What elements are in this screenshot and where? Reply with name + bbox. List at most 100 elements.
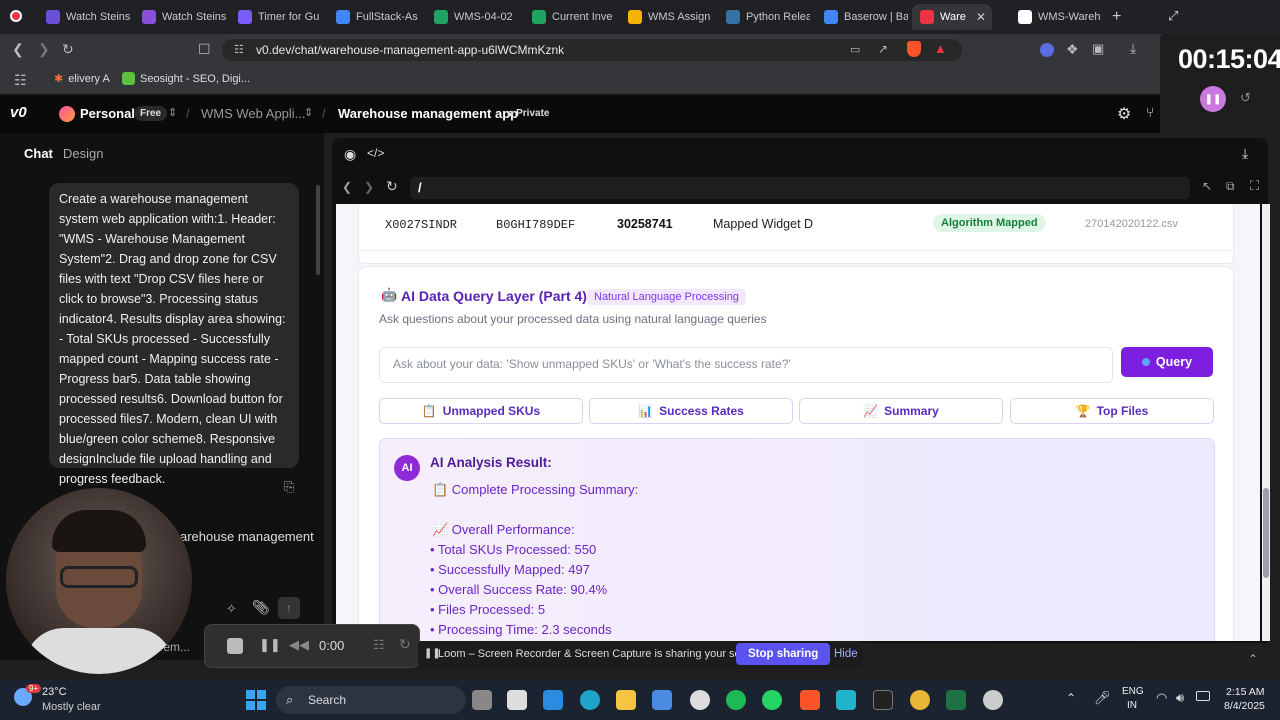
chrome-icon[interactable] bbox=[910, 690, 930, 710]
timer-reset-icon[interactable]: ↺ bbox=[1240, 90, 1251, 106]
text-app-icon[interactable] bbox=[507, 690, 527, 710]
mic-icon[interactable]: 🎤︎ bbox=[1094, 690, 1111, 706]
browser-tab[interactable]: Python Relea bbox=[718, 4, 810, 30]
brave-shield-icon[interactable] bbox=[907, 41, 921, 57]
browser-tab[interactable]: Ware ✕ bbox=[912, 4, 992, 30]
preview-scrollbar[interactable] bbox=[1262, 204, 1270, 641]
spotify-icon[interactable] bbox=[726, 690, 746, 710]
chip-success-rates[interactable]: 📊 Success Rates bbox=[589, 398, 793, 424]
bookmark-delivery[interactable]: ✱ elivery A bbox=[54, 72, 110, 86]
loom-pause-icon[interactable]: ❚❚ bbox=[259, 637, 281, 653]
tab-close-icon[interactable]: ✕ bbox=[976, 10, 986, 24]
settings-gear-icon[interactable]: ⚙ bbox=[1117, 104, 1131, 124]
tab-chat[interactable]: Chat bbox=[24, 146, 53, 161]
chevron-updown-icon[interactable]: ⇕ bbox=[168, 106, 177, 119]
workspace-name[interactable]: Personal bbox=[80, 106, 135, 121]
tab-design[interactable]: Design bbox=[63, 146, 103, 161]
store-icon[interactable] bbox=[652, 690, 672, 710]
chip-summary[interactable]: 📈 Summary bbox=[799, 398, 1003, 424]
sidebar-icon[interactable]: ▣ bbox=[1092, 41, 1104, 57]
collapse-icon[interactable]: ⌃ bbox=[1248, 652, 1258, 666]
loom-restart-icon[interactable]: ↻ bbox=[399, 636, 411, 653]
bookmark-icon[interactable]: ☐ bbox=[198, 41, 211, 58]
scroll-thumb[interactable] bbox=[1263, 488, 1269, 578]
loom-grid-icon[interactable]: ☷ bbox=[373, 637, 385, 653]
fullscreen-icon[interactable]: ⛶ bbox=[1250, 178, 1259, 194]
browser-menu-icon[interactable] bbox=[10, 10, 22, 22]
extensions-icon[interactable] bbox=[1040, 43, 1054, 57]
excel-icon[interactable] bbox=[946, 690, 966, 710]
send-button[interactable]: ↑ bbox=[278, 597, 300, 619]
lang-label[interactable]: ENG bbox=[1122, 686, 1144, 697]
brave-icon[interactable] bbox=[800, 690, 820, 710]
browser-tab[interactable]: WMS Assign bbox=[620, 4, 712, 30]
whatsapp-icon[interactable] bbox=[762, 690, 782, 710]
region-label[interactable]: IN bbox=[1127, 700, 1137, 711]
project-name[interactable]: WMS Web Appli... bbox=[201, 106, 306, 121]
query-button[interactable]: Query bbox=[1121, 347, 1213, 377]
loom-stop-icon[interactable] bbox=[227, 638, 243, 654]
browser-tab[interactable]: WMS-Wareh bbox=[1010, 4, 1102, 30]
battery-icon[interactable] bbox=[1196, 691, 1210, 701]
brave-rewards-icon[interactable]: ▲ bbox=[934, 41, 947, 56]
edge-icon[interactable] bbox=[580, 690, 600, 710]
tray-chevron-icon[interactable]: ⌃ bbox=[1066, 691, 1076, 705]
chip-top-files[interactable]: 🏆 Top Files bbox=[1010, 398, 1214, 424]
chevron-updown-icon[interactable]: ⇕ bbox=[304, 106, 313, 119]
download-code-icon[interactable]: ⤓ bbox=[1242, 145, 1248, 162]
install-icon[interactable]: ▭ bbox=[850, 43, 860, 56]
stop-sharing-button[interactable]: Stop sharing bbox=[736, 643, 831, 665]
volume-icon[interactable]: 🔊︎ bbox=[1176, 690, 1184, 706]
browser-tab[interactable]: Watch Steins bbox=[134, 4, 226, 30]
webcam-bubble[interactable] bbox=[6, 488, 192, 674]
reload-icon[interactable]: ↻ bbox=[62, 41, 74, 58]
inspect-icon[interactable]: ↖ bbox=[1202, 179, 1212, 193]
chatgpt-icon[interactable] bbox=[690, 690, 710, 710]
vscode-icon[interactable] bbox=[543, 690, 563, 710]
browser-tab[interactable]: FullStack-As bbox=[328, 4, 420, 30]
loom-rewind-icon[interactable]: ◀◀ bbox=[289, 637, 309, 653]
browser-tab[interactable]: Current Inve bbox=[524, 4, 616, 30]
copy-icon[interactable]: ⎘ bbox=[284, 479, 294, 495]
query-input[interactable]: Ask about your data: 'Show unmapped SKUs… bbox=[379, 347, 1113, 383]
branch-icon[interactable]: ⑂ bbox=[1146, 104, 1154, 120]
task-view-icon[interactable] bbox=[472, 690, 492, 710]
preview-reload-icon[interactable]: ↻ bbox=[386, 178, 398, 195]
preview-forward-icon[interactable]: ❯ bbox=[364, 180, 374, 194]
attach-icon[interactable]: 📎︎ bbox=[252, 599, 270, 616]
browser-tab[interactable]: WMS-04-02 bbox=[426, 4, 518, 30]
avatar[interactable] bbox=[59, 106, 75, 122]
puzzle-icon[interactable]: ❖ bbox=[1066, 41, 1079, 58]
chip-unmapped-skus[interactable]: 📋 Unmapped SKUs bbox=[379, 398, 583, 424]
app-icon[interactable] bbox=[983, 690, 1003, 710]
hide-button[interactable]: Hide bbox=[834, 648, 858, 660]
sparkle-icon[interactable]: ✧ bbox=[226, 601, 237, 617]
wifi-icon[interactable]: ◠ bbox=[1156, 690, 1167, 706]
preview-eye-icon[interactable]: ◉ bbox=[344, 146, 356, 163]
new-window-icon[interactable]: ⧉ bbox=[1226, 179, 1235, 194]
v0-logo[interactable]: v0 bbox=[10, 104, 27, 121]
clock-date[interactable]: 8/4/2025 bbox=[1224, 700, 1265, 712]
terminal-icon[interactable] bbox=[873, 690, 893, 710]
file-explorer-icon[interactable] bbox=[616, 690, 636, 710]
url-field[interactable]: ☷ v0.dev/chat/warehouse-management-app-u… bbox=[222, 39, 962, 61]
chat-scrollbar[interactable] bbox=[316, 185, 320, 275]
download-icon[interactable]: ⤓ bbox=[1130, 40, 1136, 57]
share-icon[interactable]: ↗ bbox=[878, 42, 888, 56]
app-icon[interactable] bbox=[836, 690, 856, 710]
taskbar-search[interactable]: ⌕ Search bbox=[276, 686, 466, 714]
clock-time[interactable]: 2:15 AM bbox=[1226, 686, 1265, 698]
browser-tab[interactable]: Baserow | Ba bbox=[816, 4, 908, 30]
apps-grid-icon[interactable]: ☷ bbox=[14, 72, 27, 89]
forward-icon[interactable]: ❯ bbox=[38, 41, 50, 58]
expand-icon[interactable]: ⤢ bbox=[1168, 8, 1178, 24]
browser-tab[interactable]: Timer for Gu bbox=[230, 4, 322, 30]
preview-path-field[interactable]: / bbox=[410, 177, 1190, 199]
browser-tab[interactable]: Watch Steins bbox=[38, 4, 130, 30]
windows-start-icon[interactable] bbox=[246, 690, 266, 710]
back-icon[interactable]: ❮ bbox=[12, 41, 24, 58]
code-icon[interactable]: </> bbox=[367, 146, 384, 160]
bookmark-seosight[interactable]: Seosight - SEO, Digi... bbox=[122, 72, 250, 85]
new-tab-icon[interactable]: + bbox=[1112, 8, 1121, 26]
preview-back-icon[interactable]: ❮ bbox=[342, 180, 352, 194]
